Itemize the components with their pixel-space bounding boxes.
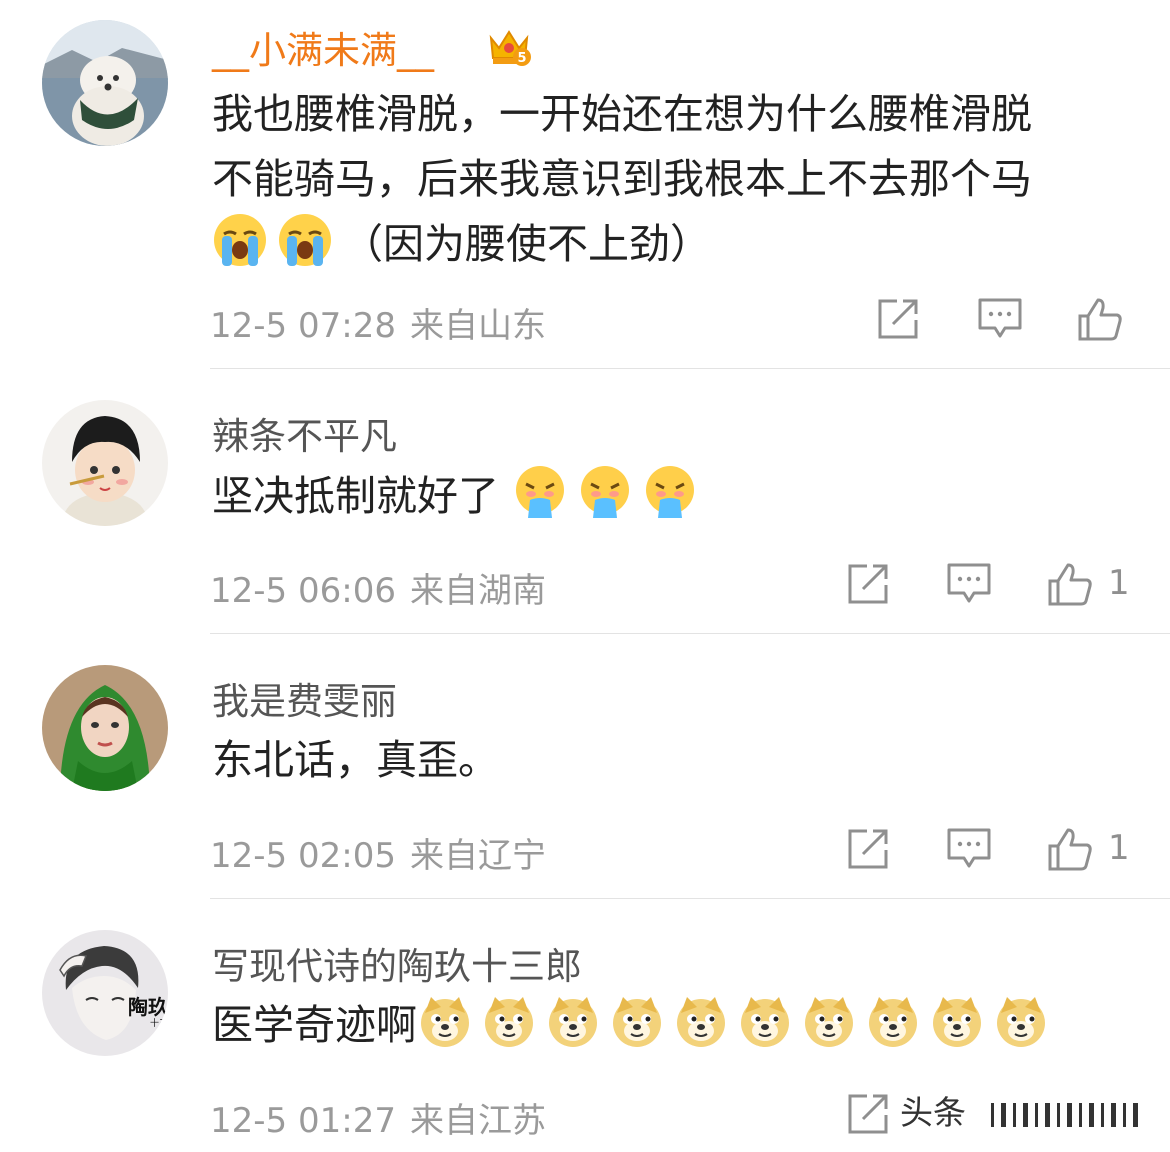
doge-emoji [929, 993, 985, 1049]
comment-time: 12-5 07:28 [210, 306, 396, 346]
comment-meta: 12-5 07:28 来自山东 [210, 298, 546, 347]
comment-text-line: （因为腰使不上劲） [212, 212, 1142, 277]
comment-icon[interactable] [946, 826, 992, 872]
avatar[interactable] [42, 665, 168, 791]
comment-icon[interactable] [946, 561, 992, 607]
like-count: 1 [1108, 563, 1130, 603]
comment-location: 来自辽宁 [409, 836, 546, 876]
comment-text: 坚决抵制就好了 [212, 464, 1142, 529]
comment-location: 来自江苏 [409, 1101, 546, 1141]
comment-time: 12-5 01:27 [210, 1101, 396, 1141]
share-icon[interactable] [845, 826, 891, 872]
watermark-text: 头条 [900, 1093, 966, 1132]
like-icon[interactable] [1077, 296, 1123, 342]
comment-meta: 12-5 06:06 来自湖南 [210, 563, 546, 612]
vomiting-emoji [642, 464, 698, 520]
username[interactable]: 辣条不平凡 [212, 406, 397, 460]
doge-emoji [481, 993, 537, 1049]
svg-text:5: 5 [517, 51, 526, 66]
username[interactable]: 写现代诗的陶玖十三郎 [212, 936, 582, 990]
comment-text: 医学奇迹啊 [212, 993, 1142, 1058]
svg-text:陶玖: 陶玖 [128, 995, 168, 1019]
divider [210, 633, 1170, 634]
comment-text-body: 坚决抵制就好了 [212, 472, 499, 520]
comment-text-body: 医学奇迹啊 [212, 1001, 417, 1049]
doge-emoji [673, 993, 729, 1049]
share-icon[interactable] [875, 296, 921, 342]
comment-meta: 12-5 02:05 来自辽宁 [210, 828, 546, 877]
vip-crown-icon: 5 [485, 24, 533, 70]
doge-emoji [609, 993, 665, 1049]
comment-time: 12-5 02:05 [210, 836, 396, 876]
vomiting-emoji [512, 464, 568, 520]
comment-text-line: 不能骑马，后来我意识到我根本上不去那个马 [212, 155, 1032, 203]
watermark: 头条 [900, 1086, 1170, 1142]
doge-emoji [417, 993, 473, 1049]
divider [210, 368, 1170, 369]
emoji-row [417, 997, 1057, 1049]
loudly-crying-emoji [212, 212, 268, 268]
doge-emoji [737, 993, 793, 1049]
username[interactable]: 我是费雯丽 [212, 671, 397, 725]
share-icon[interactable] [845, 561, 891, 607]
comment-text-body: 东北话，真歪。 [212, 736, 499, 784]
doge-emoji [801, 993, 857, 1049]
doge-emoji [865, 993, 921, 1049]
share-icon[interactable] [845, 1091, 891, 1137]
avatar[interactable] [42, 400, 168, 526]
username[interactable]: __小满未满__ [212, 20, 434, 74]
comment-location: 来自山东 [409, 306, 546, 346]
watermark-pattern [982, 1100, 1170, 1129]
like-count: 1 [1108, 828, 1130, 868]
comment-icon[interactable] [977, 296, 1023, 342]
avatar[interactable]: 陶玖 十三郎 [42, 930, 168, 1056]
comment-location: 来自湖南 [409, 571, 546, 611]
comment-text: 东北话，真歪。 [212, 728, 1142, 793]
doge-emoji [993, 993, 1049, 1049]
svg-text:十三郎: 十三郎 [150, 1017, 168, 1029]
comment-meta: 12-5 01:27 来自江苏 [210, 1093, 546, 1142]
comment-text: 我也腰椎滑脱，一开始还在想为什么腰椎滑脱 不能骑马，后来我意识到我根本上不去那个… [212, 82, 1142, 277]
comment-text-suffix: （因为腰使不上劲） [342, 220, 711, 268]
loudly-crying-emoji [277, 212, 333, 268]
comment-time: 12-5 06:06 [210, 571, 396, 611]
like-icon[interactable] [1047, 561, 1093, 607]
like-icon[interactable] [1047, 826, 1093, 872]
avatar[interactable] [42, 20, 168, 146]
vomiting-emoji [577, 464, 633, 520]
divider [210, 898, 1170, 899]
doge-emoji [545, 993, 601, 1049]
comment-text-line: 我也腰椎滑脱，一开始还在想为什么腰椎滑脱 [212, 90, 1032, 138]
